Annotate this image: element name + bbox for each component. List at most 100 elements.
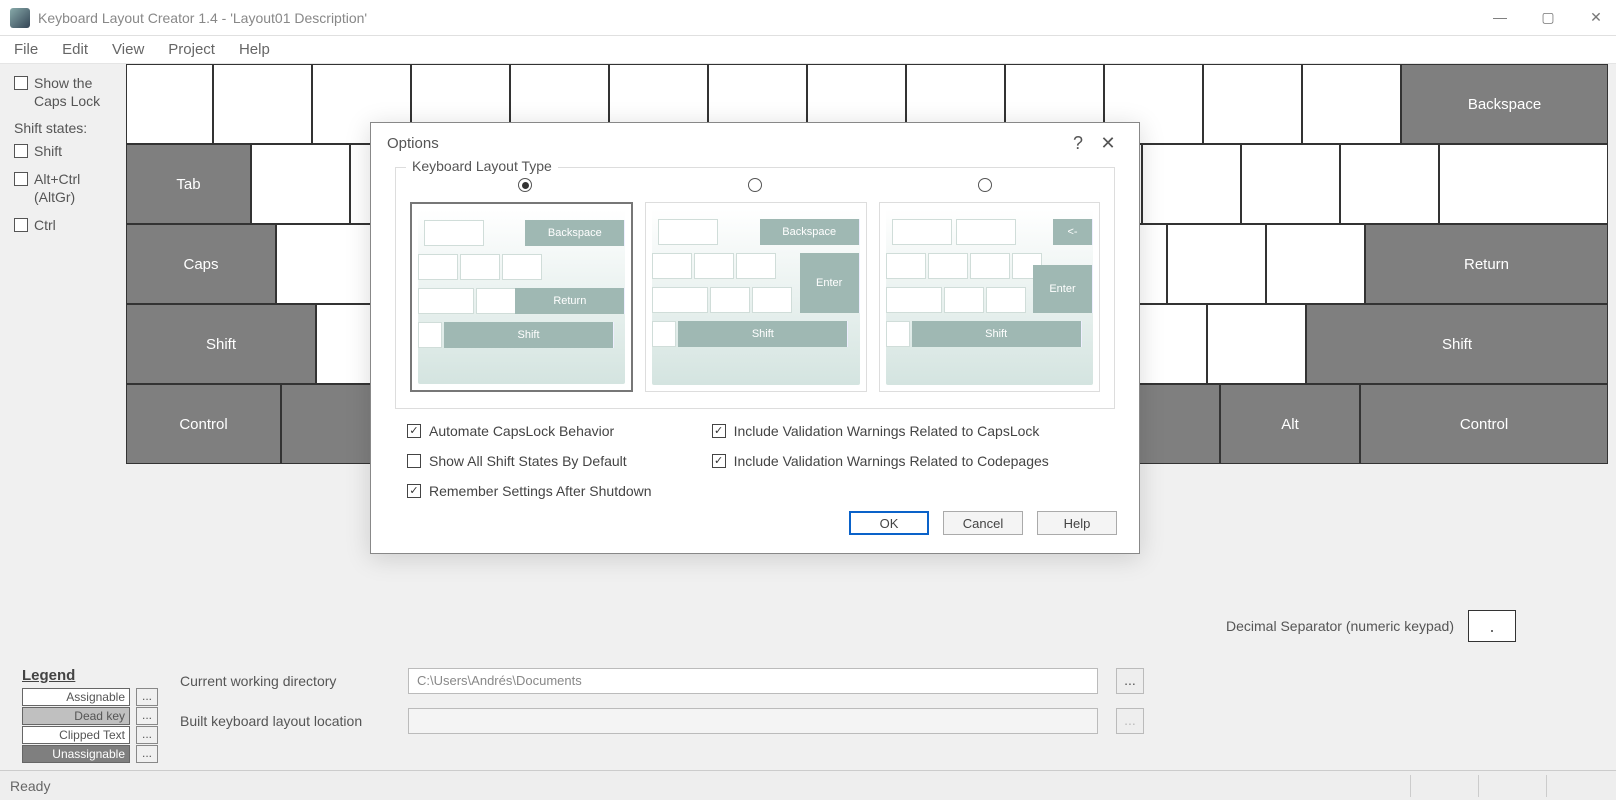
cwd-row: Current working directory C:\Users\André…	[180, 668, 1144, 694]
altgr-label: Alt+Ctrl (AltGr)	[34, 170, 124, 206]
key[interactable]	[1439, 144, 1608, 224]
dialog-help-button[interactable]: ?	[1063, 133, 1093, 154]
legend-unassignable-button[interactable]: ...	[136, 745, 158, 763]
status-seg-1	[1410, 775, 1470, 797]
key[interactable]	[1340, 144, 1439, 224]
options-titlebar: Options ? ✕	[371, 123, 1139, 163]
legend-deadkey-button[interactable]: ...	[136, 707, 158, 725]
layout-type-legend: Keyboard Layout Type	[406, 158, 558, 174]
check-automate-caps[interactable]: Automate CapsLock Behavior	[407, 423, 652, 439]
options-dialog: Options ? ✕ Keyboard Layout Type Backspa…	[370, 122, 1140, 554]
decimal-separator-label: Decimal Separator (numeric keypad)	[1226, 618, 1454, 634]
ctrl-checkbox[interactable]	[14, 218, 28, 232]
menubar: File Edit View Project Help	[0, 36, 1616, 64]
key[interactable]	[1167, 224, 1266, 304]
legend-unassignable: Unassignable ...	[22, 745, 382, 763]
built-browse-button: ...	[1116, 708, 1144, 734]
key[interactable]	[213, 64, 312, 144]
layout-thumb-3[interactable]: <- Enter Shift	[879, 202, 1100, 392]
key[interactable]	[1302, 64, 1401, 144]
checkbox-show-all-shift[interactable]	[407, 454, 421, 468]
built-row: Built keyboard layout location ...	[180, 708, 1144, 734]
key[interactable]	[281, 384, 381, 464]
shift-checkbox[interactable]	[14, 144, 28, 158]
menu-file[interactable]: File	[14, 41, 38, 58]
checkbox-warn-caps[interactable]	[712, 424, 726, 438]
cancel-button[interactable]: Cancel	[943, 511, 1023, 535]
shift-label: Shift	[34, 142, 62, 160]
ok-button[interactable]: OK	[849, 511, 929, 535]
window-title: Keyboard Layout Creator 1.4 - 'Layout01 …	[38, 10, 1490, 26]
show-capslock-row[interactable]: Show the Caps Lock	[14, 74, 124, 110]
key[interactable]	[1142, 144, 1241, 224]
check-warn-codepages[interactable]: Include Validation Warnings Related to C…	[712, 453, 1049, 469]
options-title: Options	[387, 135, 439, 152]
check-show-all-shift[interactable]: Show All Shift States By Default	[407, 453, 652, 469]
layout-type-fieldset: Keyboard Layout Type Backspace Return	[395, 167, 1115, 409]
options-buttons: OK Cancel Help	[371, 505, 1139, 553]
checkbox-automate-caps[interactable]	[407, 424, 421, 438]
close-button[interactable]: ✕	[1586, 9, 1606, 26]
cwd-browse-button[interactable]: ...	[1116, 668, 1144, 694]
status-text: Ready	[10, 778, 50, 794]
altgr-checkbox[interactable]	[14, 172, 28, 186]
key[interactable]	[126, 64, 213, 144]
built-input	[408, 708, 1098, 734]
dialog-close-button[interactable]: ✕	[1093, 133, 1123, 154]
legend-assignable-button[interactable]: ...	[136, 688, 158, 706]
app-icon	[10, 8, 30, 28]
key[interactable]	[1266, 224, 1365, 304]
layout-thumb-2[interactable]: Backspace Enter Shift	[645, 202, 866, 392]
layout-thumbs: Backspace Return Shift Backspace	[410, 202, 1100, 392]
maximize-button[interactable]: ▢	[1538, 9, 1558, 26]
key[interactable]	[276, 224, 375, 304]
status-bar: Ready	[0, 770, 1616, 800]
status-seg-3	[1546, 775, 1606, 797]
cwd-label: Current working directory	[180, 673, 390, 689]
show-capslock-label: Show the Caps Lock	[34, 74, 124, 110]
menu-edit[interactable]: Edit	[62, 41, 88, 58]
key[interactable]	[1241, 144, 1340, 224]
sidebar: Show the Caps Lock Shift states: Shift A…	[14, 74, 124, 244]
check-remember[interactable]: Remember Settings After Shutdown	[407, 483, 652, 499]
layout-radio-2[interactable]	[748, 178, 762, 192]
decimal-separator: Decimal Separator (numeric keypad) .	[1226, 610, 1516, 642]
show-capslock-checkbox[interactable]	[14, 76, 28, 90]
decimal-separator-value[interactable]: .	[1468, 610, 1516, 642]
ctrl-row[interactable]: Ctrl	[14, 216, 124, 234]
options-checks: Automate CapsLock Behavior Show All Shif…	[407, 423, 1103, 499]
help-button[interactable]: Help	[1037, 511, 1117, 535]
altgr-row[interactable]: Alt+Ctrl (AltGr)	[14, 170, 124, 206]
ctrl-label: Ctrl	[34, 216, 56, 234]
shift-states-header: Shift states:	[14, 120, 124, 136]
minimize-button[interactable]: —	[1490, 9, 1510, 26]
key-ctrl-right[interactable]: Control	[1360, 384, 1608, 464]
layout-radio-1[interactable]	[518, 178, 532, 192]
cwd-input[interactable]: C:\Users\Andrés\Documents	[408, 668, 1098, 694]
checkbox-warn-codepages[interactable]	[712, 454, 726, 468]
key-alt[interactable]: Alt	[1220, 384, 1360, 464]
layout-thumb-1[interactable]: Backspace Return Shift	[410, 202, 633, 392]
key[interactable]	[1203, 64, 1302, 144]
menu-view[interactable]: View	[112, 41, 144, 58]
menu-help[interactable]: Help	[239, 41, 270, 58]
key-ctrl-left[interactable]: Control	[126, 384, 281, 464]
built-label: Built keyboard layout location	[180, 713, 390, 729]
shift-row[interactable]: Shift	[14, 142, 124, 160]
layout-radio-3[interactable]	[978, 178, 992, 192]
legend-clipped-button[interactable]: ...	[136, 726, 158, 744]
titlebar: Keyboard Layout Creator 1.4 - 'Layout01 …	[0, 0, 1616, 36]
key-return[interactable]: Return	[1365, 224, 1608, 304]
key-shift-right[interactable]: Shift	[1306, 304, 1608, 384]
menu-project[interactable]: Project	[168, 41, 215, 58]
key-caps[interactable]: Caps	[126, 224, 276, 304]
key[interactable]	[251, 144, 350, 224]
checkbox-remember[interactable]	[407, 484, 421, 498]
key[interactable]	[1207, 304, 1306, 384]
key-backspace[interactable]: Backspace	[1401, 64, 1608, 144]
check-warn-caps[interactable]: Include Validation Warnings Related to C…	[712, 423, 1049, 439]
status-seg-2	[1478, 775, 1538, 797]
key-shift-left[interactable]: Shift	[126, 304, 316, 384]
layout-radios	[410, 178, 1100, 192]
key-tab[interactable]: Tab	[126, 144, 251, 224]
